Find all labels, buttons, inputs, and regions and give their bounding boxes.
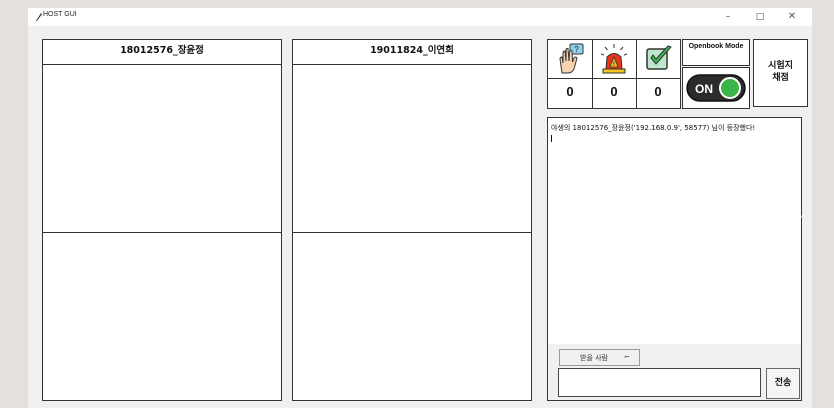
host-gui-window: HOST GUI – □ ✕ 18012576_장윤정 19011824_이연희… bbox=[28, 8, 812, 408]
openbook-toggle-switch[interactable]: ON bbox=[685, 72, 747, 104]
openbook-mode-label: Openbook Mode bbox=[688, 43, 744, 50]
student-name-1: 18012576_장윤정 bbox=[43, 40, 281, 65]
openbook-toggle-box: ON bbox=[682, 67, 750, 109]
grade-exam-button[interactable]: 시험지 채점 bbox=[753, 39, 808, 107]
chat-log-panel: 야생의 18012576_장윤정('192.168.0.9', 58577) 님… bbox=[547, 117, 802, 401]
window-title: HOST GUI bbox=[43, 11, 77, 18]
chat-log[interactable]: 야생의 18012576_장윤정('192.168.0.9', 58577) 님… bbox=[548, 118, 801, 344]
student-panel-1: 18012576_장윤정 bbox=[42, 39, 282, 401]
panel-divider bbox=[293, 232, 531, 233]
grade-button-line1: 시험지 bbox=[768, 61, 793, 71]
send-button[interactable]: 전송 bbox=[766, 368, 800, 399]
question-count: 0 bbox=[566, 84, 574, 99]
student-panel-2: 19011824_이연희 bbox=[292, 39, 532, 401]
title-bar: HOST GUI – □ ✕ bbox=[28, 8, 812, 26]
grade-button-line2: 채점 bbox=[772, 73, 789, 83]
student-name-2: 19011824_이연희 bbox=[293, 40, 531, 65]
panel-divider bbox=[43, 232, 281, 233]
toggle-on-text: ON bbox=[695, 82, 713, 96]
close-button[interactable]: ✕ bbox=[780, 9, 804, 25]
svg-text:?: ? bbox=[574, 45, 579, 54]
raise-hand-question-icon: ? bbox=[559, 43, 584, 74]
submitted-count: 0 bbox=[654, 84, 662, 99]
dropdown-arrow-icon: ⌐ bbox=[624, 353, 630, 361]
recipient-label: 받을 사람 bbox=[580, 354, 608, 362]
alarm-count: 0 bbox=[610, 84, 618, 99]
status-counter-box: ? ! 0 0 0 bbox=[547, 39, 681, 109]
recipient-dropdown[interactable]: 받을 사람 ⌐ bbox=[559, 349, 640, 366]
next-arrow-icon[interactable]: › bbox=[790, 198, 804, 234]
message-input[interactable] bbox=[558, 368, 761, 397]
minimize-button[interactable]: – bbox=[716, 9, 740, 25]
openbook-mode-label-box: Openbook Mode bbox=[682, 39, 750, 66]
maximize-button[interactable]: □ bbox=[748, 9, 772, 25]
prev-arrow-icon[interactable]: ‹ bbox=[42, 198, 56, 234]
text-cursor bbox=[551, 135, 552, 142]
checkbox-checked-icon bbox=[646, 45, 672, 70]
log-line: 야생의 18012576_장윤정('192.168.0.9', 58577) 님… bbox=[551, 124, 756, 132]
alarm-siren-icon: ! bbox=[600, 44, 628, 74]
svg-text:!: ! bbox=[613, 62, 615, 68]
